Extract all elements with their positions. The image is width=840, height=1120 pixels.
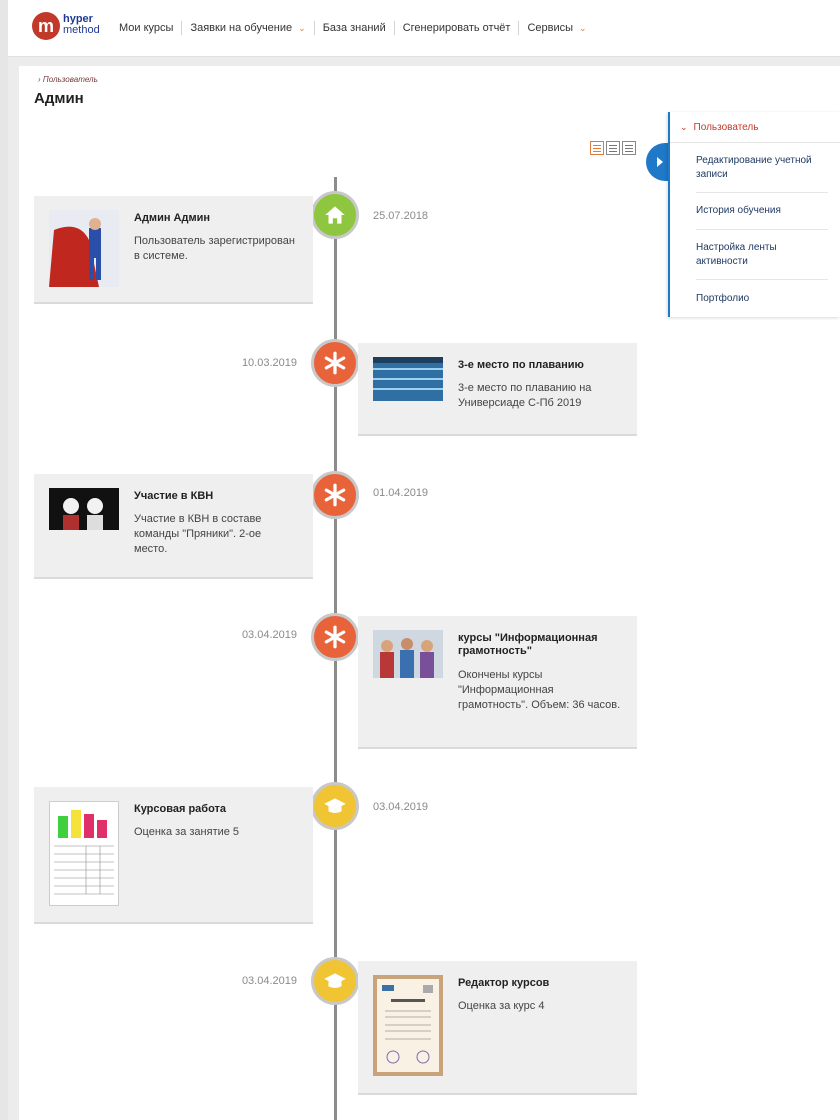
graduation-cap-icon (324, 973, 346, 989)
graduation-cap-icon (324, 798, 346, 814)
asterisk-icon (324, 483, 346, 507)
event-date: 25.07.2018 (373, 210, 429, 222)
report-chart-document (49, 801, 119, 906)
event-title: 3-е место по плаванию (458, 359, 584, 371)
side-panel-item-label: История обучения (696, 205, 781, 216)
event-text: 3-е место по плаванию на Универсиаде С-П… (458, 382, 592, 409)
timeline-card[interactable]: Курсовая работа Оценка за занятие 5 (34, 787, 313, 924)
event-text: Участие в КВН в составе команды "Пряники… (134, 513, 262, 555)
timeline-card[interactable]: курсы "Информационная грамотность" Оконч… (358, 616, 637, 749)
event-date: 03.04.2019 (241, 975, 297, 987)
event-date: 01.04.2019 (373, 487, 429, 499)
event-title: Курсовая работа (134, 803, 227, 815)
view-switcher (590, 141, 636, 155)
logo-mark-icon: m (32, 12, 60, 40)
event-date: 03.04.2019 (241, 629, 297, 641)
timeline-marker (311, 782, 359, 830)
side-panel-item-portfolio[interactable]: Портфолио (696, 280, 828, 317)
event-text: Оценка за занятие 5 (134, 826, 240, 838)
timeline-card[interactable]: Участие в КВН Участие в КВН в составе ко… (34, 474, 313, 579)
side-panel-menu: Редактирование учетной записи История об… (670, 142, 840, 317)
logo[interactable]: m hyper method (32, 12, 112, 44)
side-panel-item-label: Настройка ленты активности (696, 241, 777, 267)
logo-line2: method (63, 24, 100, 36)
nav-label: Мои курсы (119, 22, 174, 34)
timeline-card[interactable]: Админ Админ Пользователь зарегистрирован… (34, 196, 313, 304)
timeline-card[interactable]: Редактор курсов Оценка за курс 4 (358, 961, 637, 1095)
certificate-document (373, 975, 443, 1076)
event-title: Участие в КВН (134, 490, 214, 502)
asterisk-icon (324, 625, 346, 649)
top-bar: m hyper method Мои курсы Заявки на обуче… (8, 0, 840, 57)
timeline-marker (311, 191, 359, 239)
chevron-down-icon: ⌄ (298, 23, 306, 33)
nav-label: База знаний (322, 22, 386, 34)
list-view-icon[interactable] (606, 141, 620, 155)
chevron-down-icon: ⌄ (579, 23, 587, 33)
chevron-down-icon: ⌄ (680, 122, 688, 132)
timeline-marker (311, 339, 359, 387)
main-nav: Мои курсы Заявки на обучение ⌄ База знани… (111, 21, 595, 35)
side-panel-title: Пользователь (693, 122, 759, 133)
nav-my-courses[interactable]: Мои курсы (111, 21, 183, 35)
side-panel-item-activity-feed-settings[interactable]: Настройка ленты активности (696, 230, 828, 280)
asterisk-icon (324, 351, 346, 375)
swimming-pool-photo (373, 357, 443, 401)
superhero-photo (49, 210, 119, 287)
nav-knowledge-base[interactable]: База знаний (315, 21, 395, 35)
side-panel-header[interactable]: ⌄ Пользователь (680, 122, 758, 133)
side-panel-item-label: Портфолио (696, 292, 750, 304)
nav-services[interactable]: Сервисы ⌄ (519, 21, 594, 35)
event-text: Пользователь зарегистрирован в системе. (134, 235, 295, 262)
timeline-marker (311, 613, 359, 661)
timeline-view-icon[interactable] (590, 141, 604, 155)
mimes-photo (49, 488, 119, 530)
page-title: Админ (34, 90, 84, 107)
nav-label: Сервисы (527, 22, 574, 34)
event-text: Окончены курсы "Информационная грамотнос… (458, 669, 621, 711)
timeline-marker (311, 957, 359, 1005)
nav-generate-report[interactable]: Сгенерировать отчёт (395, 21, 520, 35)
side-panel-item-label: Редактирование учетной записи (696, 154, 812, 180)
breadcrumb-label: Пользователь (42, 75, 98, 84)
nav-label: Сгенерировать отчёт (402, 22, 511, 34)
nav-label: Заявки на обучение (190, 22, 293, 34)
timeline-card[interactable]: 3-е место по плаванию 3-е место по плава… (358, 343, 637, 436)
table-view-icon[interactable] (622, 141, 636, 155)
breadcrumb[interactable]: › Пользователь (38, 75, 98, 84)
timeline-marker (311, 471, 359, 519)
event-text: Оценка за курс 4 (458, 1000, 545, 1012)
event-date: 03.04.2019 (373, 801, 429, 813)
home-icon (325, 206, 345, 224)
nav-applications[interactable]: Заявки на обучение ⌄ (182, 21, 315, 35)
event-title: курсы "Информационная грамотность" (458, 632, 598, 657)
side-panel-item-learning-history[interactable]: История обучения (696, 193, 828, 230)
event-title: Редактор курсов (458, 977, 550, 989)
left-strip (0, 0, 8, 1120)
event-date: 10.03.2019 (241, 357, 297, 369)
side-panel-item-edit-account[interactable]: Редактирование учетной записи (696, 143, 828, 193)
side-panel: ⌄ Пользователь Редактирование учетной за… (668, 112, 840, 317)
students-photo (373, 630, 443, 678)
event-title: Админ Админ (134, 212, 210, 224)
